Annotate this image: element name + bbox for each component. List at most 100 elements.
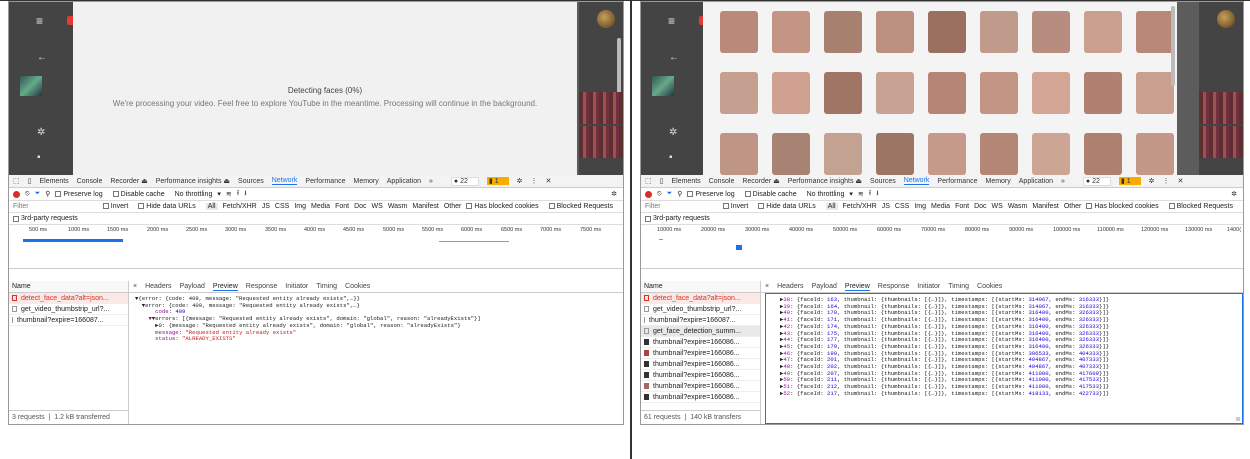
feedback-icon[interactable]: ▪ (37, 152, 41, 163)
invert-checkbox[interactable]: Invert (102, 203, 134, 210)
request-row[interactable]: thumbnail?expire=166086... (641, 337, 760, 348)
back-arrow-icon[interactable]: ← (669, 52, 679, 63)
name-header[interactable]: Name (641, 281, 760, 293)
disable-cache-checkbox[interactable]: Disable cache (744, 191, 802, 198)
face-thumbnail[interactable] (1136, 11, 1174, 53)
close-devtools-icon[interactable]: ✕ (1177, 177, 1183, 185)
close-detail-icon[interactable]: × (133, 283, 137, 290)
request-row[interactable]: thumbnail?expire=166087... (641, 315, 760, 326)
wifi-icon[interactable]: ≋ (226, 190, 232, 198)
record-icon[interactable] (645, 190, 652, 198)
tab-network[interactable]: Network (271, 177, 298, 185)
preserve-log-checkbox[interactable]: Preserve log (687, 191, 739, 198)
tab-initiator[interactable]: Initiator (285, 283, 308, 290)
invert-checkbox[interactable]: Invert (722, 203, 754, 210)
network-timeline[interactable]: 500 ms 1000 ms 1500 ms 2000 ms 2500 ms 3… (9, 225, 623, 269)
filter-doc[interactable]: Doc (974, 203, 986, 210)
filter-font[interactable]: Font (955, 203, 969, 210)
face-thumbnail[interactable] (720, 133, 758, 175)
tab-application[interactable]: Application (1019, 178, 1053, 185)
filter-all[interactable]: All (205, 203, 218, 210)
filter-fetch-xhr[interactable]: Fetch/XHR (223, 203, 257, 210)
filter-css[interactable]: CSS (895, 203, 909, 210)
filter-wasm[interactable]: Wasm (388, 203, 408, 210)
tab-sources[interactable]: Sources (870, 178, 896, 185)
filter-manifest[interactable]: Manifest (1032, 203, 1058, 210)
chevron-down-icon[interactable]: ▾ (849, 190, 853, 198)
request-row[interactable]: detect_face_data?alt=json... (9, 293, 128, 304)
name-header[interactable]: Name (9, 281, 128, 293)
export-icon[interactable]: ⭳ (244, 189, 246, 200)
clear-icon[interactable]: ⦸ (657, 190, 662, 198)
record-icon[interactable] (13, 190, 20, 198)
face-thumbnail[interactable] (1032, 72, 1070, 114)
error-count-badge[interactable]: ● 22 (450, 176, 479, 186)
third-party-checkbox[interactable]: 3rd-party requests (641, 213, 1243, 225)
face-thumbnail[interactable] (980, 72, 1018, 114)
tab-memory[interactable]: Memory (985, 178, 1010, 185)
blocked-requests-checkbox[interactable]: Blocked Requests (1168, 203, 1238, 210)
tab-performance-insights[interactable]: Performance insights ⏏ (156, 177, 230, 185)
blocked-requests-checkbox[interactable]: Blocked Requests (548, 203, 618, 210)
request-row[interactable]: detect_face_data?alt=json... (641, 293, 760, 304)
tab-cookies[interactable]: Cookies (345, 283, 370, 290)
network-timeline[interactable]: 10000 ms 20000 ms 30000 ms 40000 ms 5000… (641, 225, 1243, 269)
chevron-down-icon[interactable]: ▾ (217, 190, 221, 198)
face-thumbnail[interactable] (1032, 133, 1070, 175)
request-row[interactable]: thumbnail?expire=166087... (9, 315, 128, 326)
device-icon[interactable]: ▯ (28, 177, 32, 185)
face-thumbnail[interactable] (824, 133, 862, 175)
warning-count-badge[interactable]: ▮ 1 (1118, 177, 1141, 185)
filter-ws[interactable]: WS (372, 203, 383, 210)
disable-cache-checkbox[interactable]: Disable cache (112, 191, 170, 198)
request-row[interactable]: thumbnail?expire=166086... (641, 392, 760, 403)
network-settings-icon[interactable]: ✲ (1231, 190, 1237, 198)
face-thumbnail[interactable] (1136, 133, 1174, 175)
hide-data-urls-checkbox[interactable]: Hide data URLs (758, 203, 820, 210)
settings-gear-icon[interactable]: ✲ (517, 177, 523, 185)
error-count-badge[interactable]: ● 22 (1082, 176, 1111, 186)
inspect-icon[interactable]: ⬚ (13, 177, 20, 185)
face-thumbnail[interactable] (980, 11, 1018, 53)
menu-icon[interactable]: ≡ (668, 14, 675, 28)
request-row[interactable]: thumbnail?expire=166086... (641, 359, 760, 370)
request-row[interactable]: thumbnail?expire=166086... (641, 348, 760, 359)
face-thumbnail[interactable] (1084, 72, 1122, 114)
tab-console[interactable]: Console (77, 178, 103, 185)
face-thumbnail[interactable] (1084, 11, 1122, 53)
face-thumbnail[interactable] (1084, 133, 1122, 175)
filter-js[interactable]: JS (882, 203, 890, 210)
inspect-icon[interactable]: ⬚ (645, 177, 652, 185)
face-thumbnail[interactable] (928, 133, 966, 175)
tab-recorder[interactable]: Recorder ⏏ (742, 177, 779, 185)
face-thumbnail[interactable] (772, 133, 810, 175)
more-tabs-icon[interactable]: » (1061, 178, 1065, 185)
resize-handle[interactable] (1236, 417, 1240, 421)
filter-all[interactable]: All (825, 203, 838, 210)
scrollbar[interactable] (1171, 6, 1175, 86)
filter-input[interactable]: Filter (645, 203, 718, 210)
face-thumbnail[interactable] (824, 11, 862, 53)
more-menu-icon[interactable]: ⋮ (530, 177, 537, 185)
tab-sources[interactable]: Sources (238, 178, 264, 185)
face-thumbnail[interactable] (772, 72, 810, 114)
face-thumbnail[interactable] (928, 72, 966, 114)
tab-payload[interactable]: Payload (812, 283, 837, 290)
face-thumbnail[interactable] (1032, 11, 1070, 53)
clear-icon[interactable]: ⦸ (25, 190, 30, 198)
tab-performance[interactable]: Performance (305, 178, 345, 185)
search-icon[interactable]: ⚲ (45, 190, 50, 198)
settings-icon[interactable]: ✲ (37, 127, 45, 138)
filter-icon[interactable]: ⏷ (35, 190, 41, 198)
face-thumbnail[interactable] (876, 11, 914, 53)
import-icon[interactable]: ⭱ (237, 189, 239, 200)
third-party-checkbox[interactable]: 3rd-party requests (9, 213, 623, 225)
request-row[interactable]: thumbnail?expire=166086... (641, 381, 760, 392)
face-thumbnail[interactable] (928, 11, 966, 53)
request-row[interactable]: get_video_thumbstrip_url?... (641, 304, 760, 315)
tab-elements[interactable]: Elements (39, 178, 68, 185)
video-thumbnail[interactable] (652, 76, 674, 96)
tab-cookies[interactable]: Cookies (977, 283, 1002, 290)
back-arrow-icon[interactable]: ← (37, 52, 47, 63)
face-thumbnail[interactable] (1136, 72, 1174, 114)
